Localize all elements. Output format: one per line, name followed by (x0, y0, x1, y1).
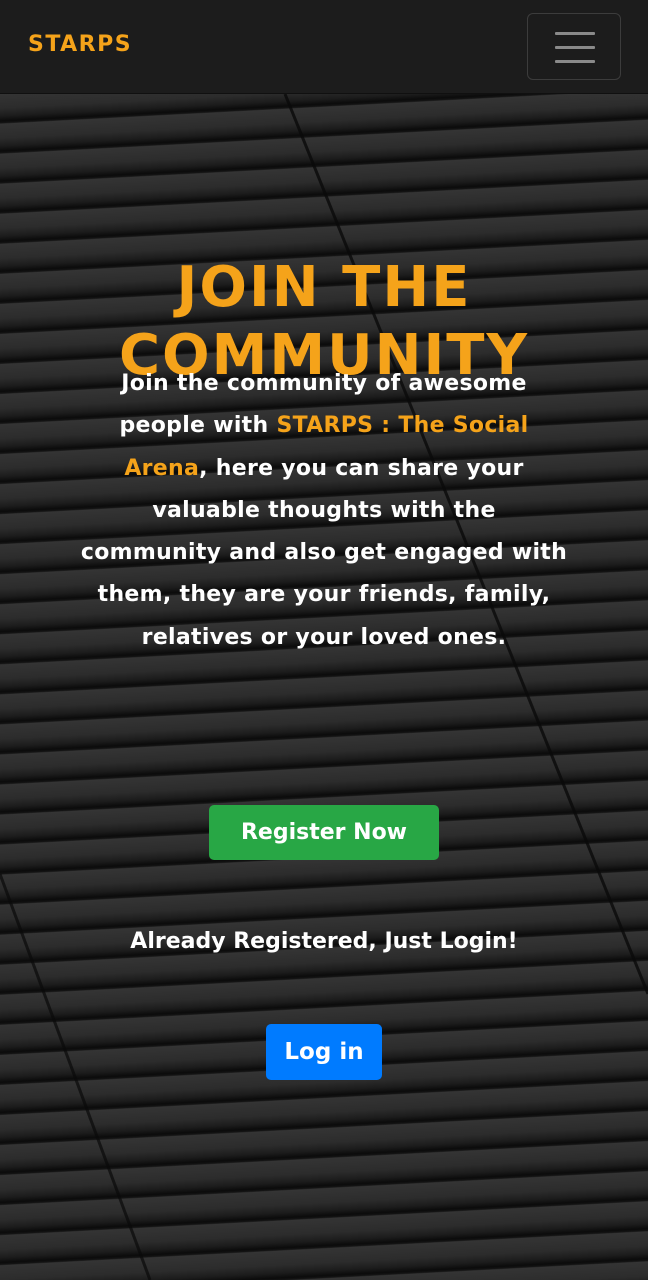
intro-paragraph: Join the community of awesome people wit… (80, 363, 568, 659)
log-in-button[interactable]: Log in (266, 1024, 382, 1080)
navbar-toggle-button[interactable] (527, 13, 621, 80)
hero-section: JOIN THE COMMUNITY (0, 94, 648, 1280)
navbar: STARPS (0, 0, 648, 94)
intro-text-end: , here you can share your valuable thoug… (80, 455, 568, 650)
register-now-button[interactable]: Register Now (209, 805, 439, 860)
brand-logo-link[interactable]: STARPS (28, 32, 132, 57)
login-prompt-text: Already Registered, Just Login! (130, 929, 518, 954)
page-title-line-1: JOIN THE (176, 255, 472, 320)
